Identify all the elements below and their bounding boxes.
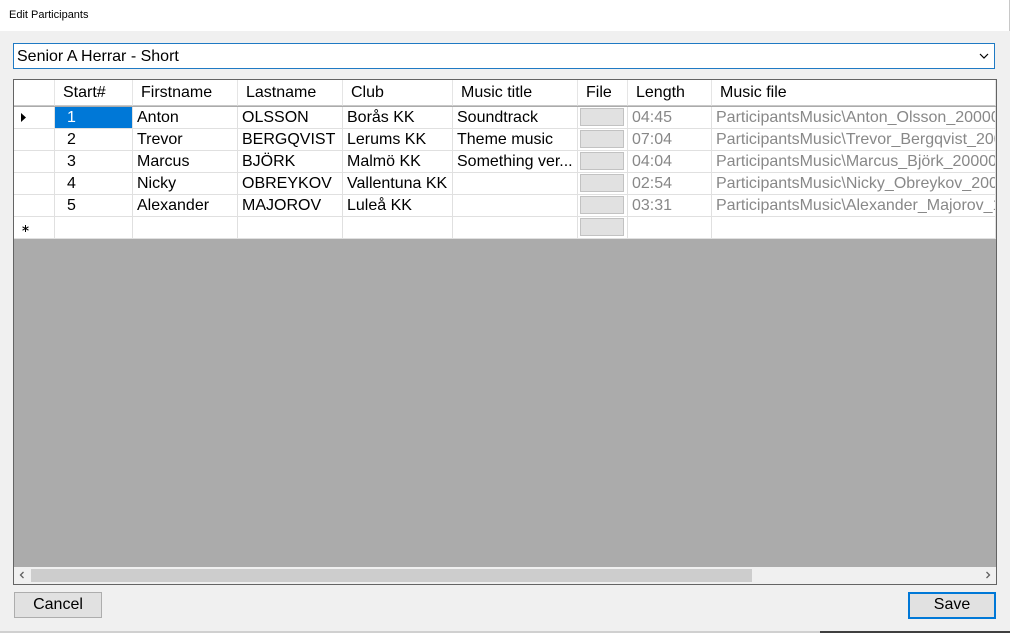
cell-music-file: ParticipantsMusic\Alexander_Majorov_1 — [712, 195, 996, 217]
title-bar: Edit Participants — [0, 0, 1010, 31]
cell-club[interactable] — [343, 217, 453, 239]
table-row[interactable]: 5 Alexander MAJOROV Luleå KK 03:31 Parti… — [14, 195, 996, 217]
cell-length: 04:45 — [628, 107, 712, 129]
cell-file — [578, 173, 628, 195]
column-header-club[interactable]: Club — [343, 80, 453, 106]
cell-music-title[interactable] — [453, 173, 578, 195]
cell-lastname[interactable]: BERGQVIST — [238, 129, 343, 151]
file-browse-button[interactable] — [580, 218, 624, 236]
cell-lastname[interactable]: MAJOROV — [238, 195, 343, 217]
cell-lastname[interactable]: OBREYKOV — [238, 173, 343, 195]
cell-music-title[interactable] — [453, 195, 578, 217]
cell-club[interactable]: Malmö KK — [343, 151, 453, 173]
column-header-music-title[interactable]: Music title — [453, 80, 578, 106]
cell-club[interactable]: Borås KK — [343, 107, 453, 129]
cell-length: 04:04 — [628, 151, 712, 173]
column-header-firstname[interactable]: Firstname — [133, 80, 238, 106]
row-header[interactable] — [14, 151, 55, 173]
cell-music-file: ParticipantsMusic\Trevor_Bergqvist_200 — [712, 129, 996, 151]
cell-music-title[interactable]: Soundtrack — [453, 107, 578, 129]
horizontal-scrollbar[interactable] — [14, 567, 996, 584]
cell-start[interactable]: 5 — [55, 195, 133, 217]
column-header-start[interactable]: Start# — [55, 80, 133, 106]
table-row[interactable]: 3 Marcus BJÖRK Malmö KK Something ver...… — [14, 151, 996, 173]
row-header-corner[interactable] — [14, 80, 55, 106]
cell-music-title[interactable]: Theme music — [453, 129, 578, 151]
chevron-down-icon — [979, 53, 989, 59]
new-row-asterisk-icon — [22, 225, 29, 232]
cell-start[interactable] — [55, 217, 133, 239]
window-title: Edit Participants — [9, 9, 89, 21]
cancel-button[interactable]: Cancel — [14, 592, 102, 618]
cell-club[interactable]: Lerums KK — [343, 129, 453, 151]
cell-club[interactable]: Luleå KK — [343, 195, 453, 217]
row-header[interactable] — [14, 107, 55, 129]
cell-start[interactable]: 2 — [55, 129, 133, 151]
cell-lastname[interactable]: OLSSON — [238, 107, 343, 129]
grid-header-row: Start# Firstname Lastname Club Music tit… — [14, 80, 996, 106]
cell-file — [578, 129, 628, 151]
category-dropdown-value: Senior A Herrar - Short — [17, 48, 179, 65]
cell-lastname[interactable]: BJÖRK — [238, 151, 343, 173]
current-row-arrow-icon — [21, 113, 26, 122]
cell-club[interactable]: Vallentuna KK — [343, 173, 453, 195]
cell-file — [578, 195, 628, 217]
row-header[interactable] — [14, 173, 55, 195]
row-header[interactable] — [14, 129, 55, 151]
participants-grid[interactable]: Start# Firstname Lastname Club Music tit… — [13, 79, 997, 585]
cell-lastname[interactable] — [238, 217, 343, 239]
cell-music-title[interactable]: Something ver... — [453, 151, 578, 173]
file-browse-button[interactable] — [580, 174, 624, 192]
row-header[interactable] — [14, 217, 55, 239]
column-header-music-file[interactable]: Music file — [712, 80, 996, 106]
file-browse-button[interactable] — [580, 196, 624, 214]
cell-start[interactable]: 1 — [55, 107, 133, 129]
file-browse-button[interactable] — [580, 152, 624, 170]
cell-length: 07:04 — [628, 129, 712, 151]
column-header-file[interactable]: File — [578, 80, 628, 106]
cell-music-file: ParticipantsMusic\Marcus_Björk_20000 — [712, 151, 996, 173]
cell-length: 03:31 — [628, 195, 712, 217]
scroll-right-arrow-icon[interactable] — [983, 570, 993, 580]
cell-firstname[interactable]: Nicky — [133, 173, 238, 195]
column-header-lastname[interactable]: Lastname — [238, 80, 343, 106]
cell-file — [578, 217, 628, 239]
file-browse-button[interactable] — [580, 130, 624, 148]
table-row[interactable]: 1 Anton OLSSON Borås KK Soundtrack 04:45… — [14, 107, 996, 129]
table-row[interactable]: 2 Trevor BERGQVIST Lerums KK Theme music… — [14, 129, 996, 151]
scrollbar-thumb[interactable] — [31, 569, 752, 582]
cell-file — [578, 151, 628, 173]
cell-firstname[interactable]: Alexander — [133, 195, 238, 217]
cell-music-title[interactable] — [453, 217, 578, 239]
cell-firstname[interactable]: Anton — [133, 107, 238, 129]
cell-music-file — [712, 217, 996, 239]
cell-music-file: ParticipantsMusic\Anton_Olsson_20000 — [712, 107, 996, 129]
cell-firstname[interactable]: Trevor — [133, 129, 238, 151]
row-header[interactable] — [14, 195, 55, 217]
cell-firstname[interactable] — [133, 217, 238, 239]
new-row[interactable] — [14, 217, 996, 239]
cell-start[interactable]: 4 — [55, 173, 133, 195]
scroll-left-arrow-icon[interactable] — [17, 570, 27, 580]
column-header-length[interactable]: Length — [628, 80, 712, 106]
cell-length — [628, 217, 712, 239]
cell-music-file: ParticipantsMusic\Nicky_Obreykov_2000 — [712, 173, 996, 195]
save-button[interactable]: Save — [908, 592, 996, 619]
file-browse-button[interactable] — [580, 108, 624, 126]
category-dropdown[interactable]: Senior A Herrar - Short — [13, 43, 995, 69]
table-row[interactable]: 4 Nicky OBREYKOV Vallentuna KK 02:54 Par… — [14, 173, 996, 195]
cell-length: 02:54 — [628, 173, 712, 195]
cell-file — [578, 107, 628, 129]
cell-start[interactable]: 3 — [55, 151, 133, 173]
cell-firstname[interactable]: Marcus — [133, 151, 238, 173]
